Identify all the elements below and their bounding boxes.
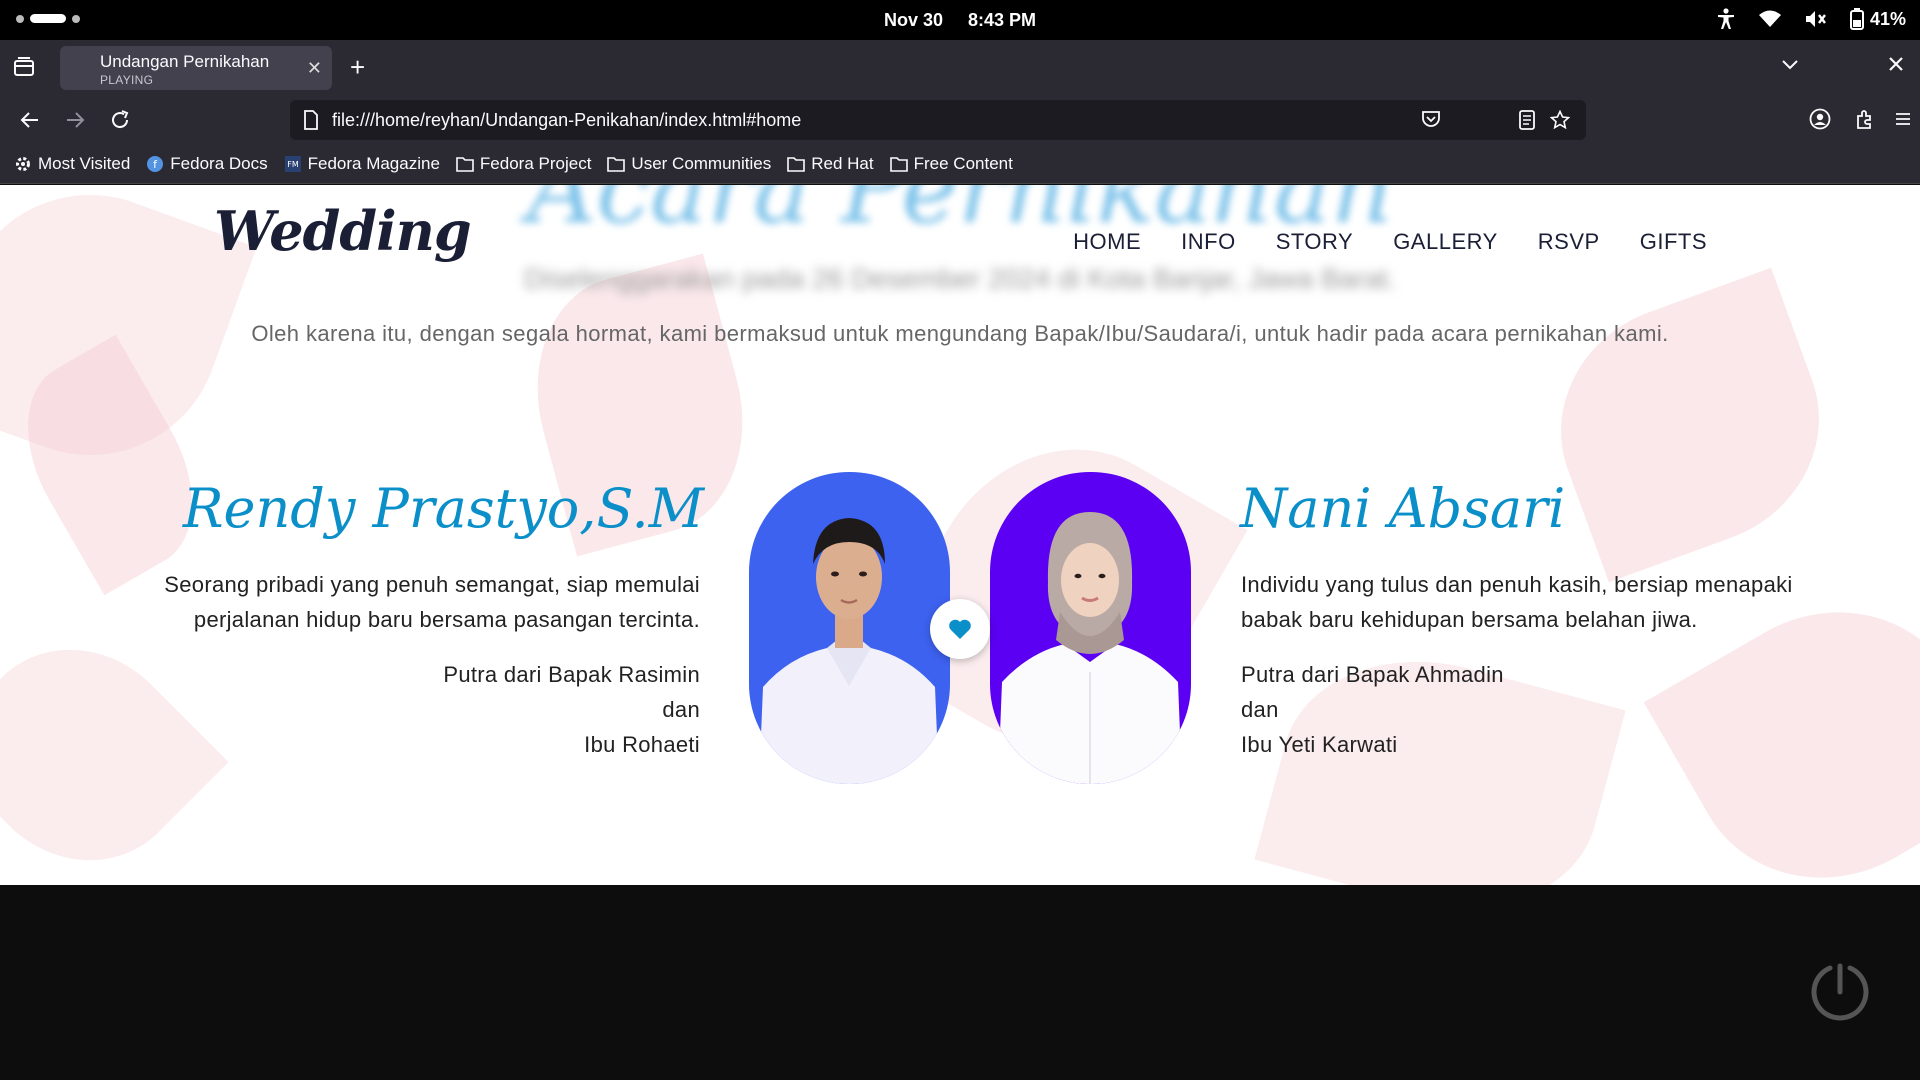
bride-parent-line: Putra dari Bapak Ahmadin xyxy=(1241,662,1504,687)
bookmark-free-content[interactable]: Free Content xyxy=(889,153,1013,174)
close-icon[interactable]: ✕ xyxy=(307,58,322,79)
groom-parent-line: dan xyxy=(662,697,700,722)
bookmark-label: Free Content xyxy=(913,153,1013,173)
gear-icon xyxy=(16,156,30,171)
bookmark-fedora-project[interactable]: Fedora Project xyxy=(456,153,592,174)
pocket-icon[interactable] xyxy=(1420,108,1442,130)
bookmark-red-hat[interactable]: Red Hat xyxy=(787,153,874,174)
bride-parents: Putra dari Bapak Ahmadin dan Ibu Yeti Ka… xyxy=(1241,657,1641,762)
bookmark-label: Red Hat xyxy=(811,153,874,173)
system-top-bar: Nov 30 8:43 PM 41% xyxy=(0,0,1920,40)
bookmark-label: Fedora Magazine xyxy=(307,153,440,173)
bookmark-user-communities[interactable]: User Communities xyxy=(607,154,771,174)
folder-icon xyxy=(889,156,908,172)
faded-section-subtitle: Diselenggarakan pada 26 Desember 2024 di… xyxy=(524,263,1396,294)
nav-gifts[interactable]: GIFTS xyxy=(1640,229,1707,255)
clock-time: 8:43 PM xyxy=(968,10,1037,30)
battery-status[interactable]: 41% xyxy=(1849,8,1906,30)
folder-icon xyxy=(787,156,806,172)
navigation-toolbar: file:///home/reyhan/Undangan-Penikahan/i… xyxy=(0,96,1920,144)
accessibility-icon[interactable] xyxy=(1716,8,1736,30)
groom-parent-line: Putra dari Bapak Rasimin xyxy=(443,662,700,687)
decor-petal xyxy=(1526,267,1854,583)
site-nav: HOME INFO STORY GALLERY RSVP GIFTS xyxy=(1073,229,1707,255)
bookmark-label: Most Visited xyxy=(38,153,131,173)
invitation-intro: Oleh karena itu, dengan segala hormat, k… xyxy=(251,321,1669,346)
forward-icon[interactable] xyxy=(63,108,87,132)
groom-desc-line: Seorang pribadi yang penuh semangat, sia… xyxy=(164,572,700,597)
bride-name: Nani Absari xyxy=(1240,477,1566,540)
url-text[interactable]: file:///home/reyhan/Undangan-Penikahan/i… xyxy=(332,110,801,131)
reader-view-icon[interactable] xyxy=(1518,110,1536,130)
site-logo[interactable]: Wedding xyxy=(214,199,472,263)
groom-parent-line: Ibu Rohaeti xyxy=(584,732,700,757)
bookmark-fedora-docs[interactable]: f Fedora Docs xyxy=(146,153,268,174)
bookmarks-toolbar: Most Visited f Fedora Docs FM Fedora Mag… xyxy=(0,144,1920,184)
svg-text:FM: FM xyxy=(287,160,299,169)
web-page: Acara Pernikahan Diselenggarakan pada 26… xyxy=(0,185,1920,885)
reload-icon[interactable] xyxy=(108,108,132,132)
fedora-docs-icon: f xyxy=(147,155,164,172)
tab-bar: Undangan Pernikahan PLAYING ✕ + xyxy=(0,40,1920,96)
bride-portrait xyxy=(998,512,1182,784)
bride-parent-line: dan xyxy=(1241,697,1279,722)
account-icon[interactable] xyxy=(1809,108,1831,130)
groom-name: Rendy Prastyo,S.M xyxy=(182,477,704,540)
bookmark-star-icon[interactable] xyxy=(1550,110,1570,130)
tab-list-icon[interactable] xyxy=(12,56,36,78)
folder-icon xyxy=(456,156,474,172)
bride-desc-line: babak baru kehidupan bersama belahan jiw… xyxy=(1241,607,1698,632)
bride-desc-line: Individu yang tulus dan penuh kasih, ber… xyxy=(1241,572,1793,597)
menu-icon[interactable] xyxy=(1892,108,1914,130)
groom-parents: Putra dari Bapak Rasimin dan Ibu Rohaeti xyxy=(300,657,700,762)
empty-viewport-area xyxy=(0,885,1920,1080)
heart-icon xyxy=(949,619,971,639)
extensions-icon[interactable] xyxy=(1854,108,1876,130)
chevron-down-icon[interactable] xyxy=(1780,54,1800,74)
nav-home[interactable]: HOME xyxy=(1073,229,1141,255)
volume-muted-icon[interactable] xyxy=(1804,9,1828,29)
close-icon[interactable] xyxy=(1886,54,1906,74)
decor-petal xyxy=(0,606,229,885)
tab-title: Undangan Pernikahan xyxy=(100,52,270,71)
clock-date: Nov 30 xyxy=(883,10,943,30)
nav-story[interactable]: STORY xyxy=(1276,229,1354,255)
nav-rsvp[interactable]: RSVP xyxy=(1538,229,1600,255)
bookmark-most-visited[interactable]: Most Visited xyxy=(14,154,130,174)
bookmark-label: Fedora Docs xyxy=(170,153,268,173)
nav-gallery[interactable]: GALLERY xyxy=(1393,229,1498,255)
groom-portrait xyxy=(759,518,939,784)
bookmark-fedora-magazine[interactable]: FM Fedora Magazine xyxy=(284,154,440,174)
fedora-magazine-icon: FM xyxy=(284,155,301,172)
system-tray[interactable]: 41% xyxy=(1716,8,1906,30)
bride-parent-line: Ibu Yeti Karwati xyxy=(1241,732,1398,757)
groom-description: Seorang pribadi yang penuh semangat, sia… xyxy=(100,567,700,637)
bookmark-label: Fedora Project xyxy=(479,153,592,173)
bride-description: Individu yang tulus dan penuh kasih, ber… xyxy=(1241,567,1881,637)
new-tab-icon[interactable]: + xyxy=(350,52,365,83)
clock[interactable]: Nov 30 8:43 PM xyxy=(0,10,1920,31)
battery-percent: 41% xyxy=(1869,8,1906,29)
back-icon[interactable] xyxy=(18,108,42,132)
wifi-icon[interactable] xyxy=(1758,9,1782,29)
bride-photo xyxy=(990,472,1191,784)
nav-info[interactable]: INFO xyxy=(1181,229,1236,255)
groom-photo xyxy=(749,472,950,784)
loading-spinner-icon xyxy=(1811,963,1869,1021)
page-icon[interactable] xyxy=(302,110,320,130)
tab-active[interactable]: Undangan Pernikahan PLAYING ✕ xyxy=(60,46,332,90)
tab-playing-label: PLAYING xyxy=(100,73,154,87)
bookmark-label: User Communities xyxy=(631,153,772,173)
groom-desc-line: perjalanan hidup baru bersama pasangan t… xyxy=(193,607,700,632)
folder-icon xyxy=(607,156,626,172)
heart-button[interactable] xyxy=(930,599,990,659)
url-bar[interactable]: file:///home/reyhan/Undangan-Penikahan/i… xyxy=(290,100,1586,140)
battery-icon xyxy=(1849,8,1864,30)
